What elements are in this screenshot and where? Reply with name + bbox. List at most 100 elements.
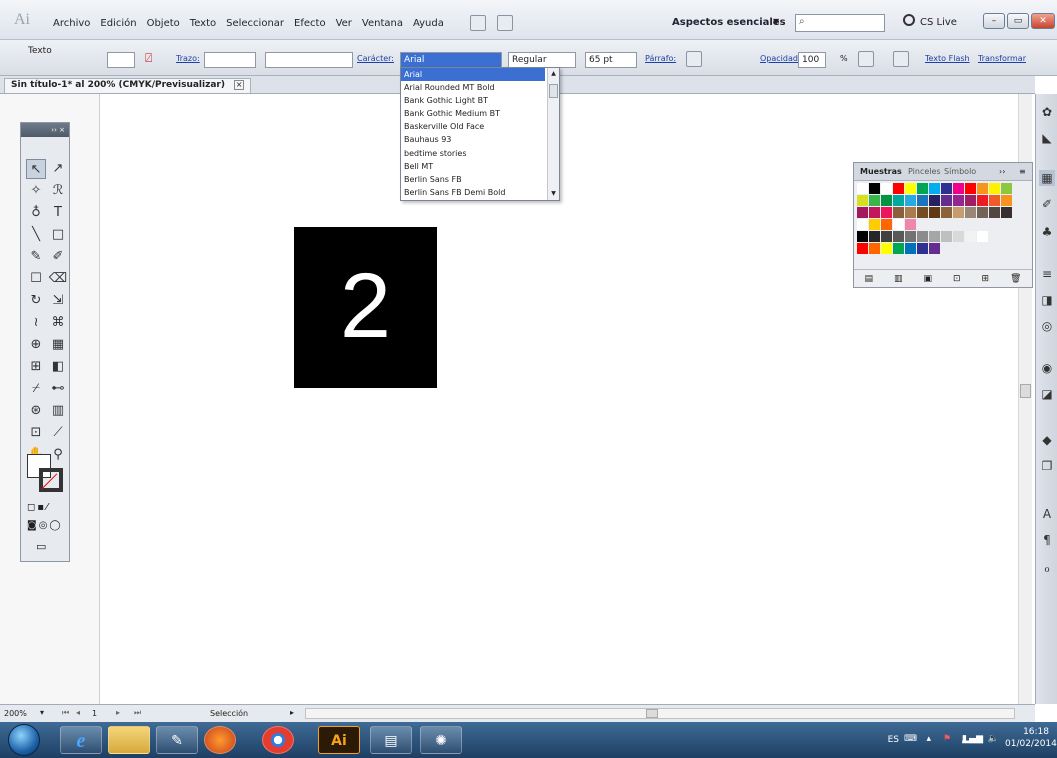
color-swatch[interactable]	[953, 183, 964, 194]
desktop-window-icon[interactable]: ▤	[370, 726, 412, 754]
color-swatch[interactable]	[941, 195, 952, 206]
lasso-icon[interactable]: ℛ	[48, 181, 68, 201]
artwork-text-frame[interactable]: 2	[294, 227, 437, 388]
color-swatch[interactable]	[893, 219, 904, 230]
new-swatch-icon[interactable]: ⊞	[982, 274, 990, 284]
font-option[interactable]: Bank Gothic Medium BT	[401, 107, 559, 120]
color-swatch[interactable]	[857, 231, 868, 242]
font-option[interactable]: Berlin Sans FB Demi Bold	[401, 186, 559, 199]
color-swatch[interactable]	[905, 183, 916, 194]
color-swatch[interactable]	[881, 183, 892, 194]
opacity-link[interactable]: Opacidad:	[760, 54, 801, 63]
color-swatch[interactable]	[929, 243, 940, 254]
color-swatch[interactable]	[977, 183, 988, 194]
clock[interactable]: 16:18 01/02/2014	[1005, 726, 1057, 750]
character-dock-icon[interactable]: A	[1039, 506, 1055, 522]
close-tab-icon[interactable]: ×	[234, 80, 245, 90]
color-swatch[interactable]	[881, 195, 892, 206]
color-swatch[interactable]	[953, 207, 964, 218]
color-mode-buttons[interactable]: ◻▪⁄	[27, 502, 67, 516]
illustrator-taskbar-icon[interactable]: Ai	[318, 726, 360, 754]
swatch-kinds-icon[interactable]: ▥	[894, 274, 903, 284]
font-option[interactable]: Bank Gothic Light BT	[401, 94, 559, 107]
flash-text-link[interactable]: Texto Flash	[925, 54, 970, 63]
gradient-dock-icon[interactable]: ◨	[1039, 292, 1055, 308]
fill-stroke-swatch[interactable]	[27, 454, 67, 494]
action-center-icon[interactable]: ⚑	[943, 733, 951, 745]
color-swatch[interactable]	[881, 231, 892, 242]
artboard-tool-icon[interactable]: ⊡	[26, 423, 46, 443]
font-option[interactable]: Arial	[401, 68, 545, 82]
color-swatch[interactable]	[953, 195, 964, 206]
transform-link[interactable]: Transformar	[978, 54, 1026, 63]
workspace-switcher[interactable]: Aspectos esenciales	[672, 17, 786, 28]
firefox-icon[interactable]	[204, 726, 236, 754]
color-swatch[interactable]	[893, 231, 904, 242]
symbols-dock-icon[interactable]: ♣	[1039, 224, 1055, 240]
color-guide-icon[interactable]: ◣	[1039, 130, 1055, 146]
font-size-field[interactable]: 65 pt	[585, 52, 637, 68]
swatches-dock-icon[interactable]: ▦	[1039, 170, 1055, 186]
color-swatch[interactable]	[905, 231, 916, 242]
color-swatch[interactable]	[929, 231, 940, 242]
font-option[interactable]: Arial Rounded MT Bold	[401, 81, 559, 94]
paintbrush-icon[interactable]: ✎	[26, 247, 46, 267]
new-color-group-icon[interactable]: ⊡	[953, 274, 961, 284]
color-swatch[interactable]	[977, 207, 988, 218]
perspective-grid-icon[interactable]: ▦	[48, 335, 68, 355]
magic-wand-icon[interactable]: ✧	[26, 181, 46, 201]
artwork-digit[interactable]: 2	[340, 255, 391, 357]
menu-texto[interactable]: Texto	[185, 18, 221, 29]
font-style-field[interactable]: Regular	[508, 52, 576, 68]
tab-pinceles[interactable]: Pinceles	[908, 167, 941, 176]
document-tab[interactable]: Sin título-1* al 200% (CMYK/Previsualiza…	[4, 78, 252, 93]
stroke-none-icon[interactable]: ⍁	[145, 51, 152, 66]
delete-swatch-icon[interactable]: 🗑	[1010, 274, 1021, 284]
menu-objeto[interactable]: Objeto	[142, 18, 185, 29]
workspace-dropdown-icon[interactable]: ▼	[773, 17, 779, 26]
show-hidden-icons[interactable]: ▴	[926, 733, 931, 745]
next-artboard-icon[interactable]: ▸	[116, 708, 120, 717]
color-panel-icon[interactable]: ✿	[1039, 104, 1055, 120]
eyedropper-icon[interactable]: ⌿	[26, 379, 46, 399]
warp-tool-icon[interactable]: ≀	[26, 313, 46, 333]
color-swatch[interactable]	[905, 207, 916, 218]
volume-icon[interactable]: 🔈	[988, 733, 999, 745]
free-transform-icon[interactable]: ⌘	[48, 313, 68, 333]
scroll-thumb[interactable]	[1020, 384, 1031, 398]
menu-ayuda[interactable]: Ayuda	[408, 18, 449, 29]
rectangle-tool-icon[interactable]: □	[48, 225, 68, 245]
draw-mode-buttons[interactable]: ◙◎◯	[27, 520, 67, 534]
opentype-dock-icon[interactable]: ℴ	[1039, 560, 1055, 576]
menu-edicion[interactable]: Edición	[95, 18, 141, 29]
stroke-dock-icon[interactable]: ≡	[1039, 266, 1055, 282]
internet-explorer-icon[interactable]: e	[60, 726, 102, 754]
recolor-artwork-icon[interactable]	[858, 51, 874, 67]
color-swatch[interactable]	[989, 207, 1000, 218]
font-option[interactable]: Bauhaus 93	[401, 133, 559, 146]
menu-seleccionar[interactable]: Seleccionar	[221, 18, 289, 29]
character-link[interactable]: Carácter:	[357, 54, 394, 63]
color-swatch[interactable]	[941, 231, 952, 242]
paint-app-icon[interactable]: ✎	[156, 726, 198, 754]
horizontal-scrollbar[interactable]	[305, 708, 1015, 719]
color-swatch[interactable]	[905, 219, 916, 230]
color-swatch[interactable]	[869, 183, 880, 194]
horizontal-scroll-thumb[interactable]	[646, 709, 658, 718]
brush-definition-field[interactable]	[265, 52, 353, 68]
direct-selection-tool-icon[interactable]: ↗	[48, 159, 68, 179]
language-indicator[interactable]: ES	[888, 734, 899, 746]
menu-archivo[interactable]: Archivo	[48, 18, 95, 29]
color-swatch[interactable]	[893, 207, 904, 218]
color-swatch[interactable]	[857, 207, 868, 218]
color-swatch[interactable]	[965, 231, 976, 242]
tab-simbolo[interactable]: Símbolo	[944, 167, 976, 176]
color-swatch[interactable]	[881, 243, 892, 254]
blob-brush-icon[interactable]: ☐	[26, 269, 46, 289]
color-swatch[interactable]	[953, 231, 964, 242]
appearance-dock-icon[interactable]: ◉	[1039, 360, 1055, 376]
screen-mode-icon[interactable]: ▭	[36, 540, 58, 554]
color-swatch[interactable]	[941, 207, 952, 218]
symbol-sprayer-icon[interactable]: ⊛	[26, 401, 46, 421]
minimize-button[interactable]: –	[983, 13, 1005, 29]
